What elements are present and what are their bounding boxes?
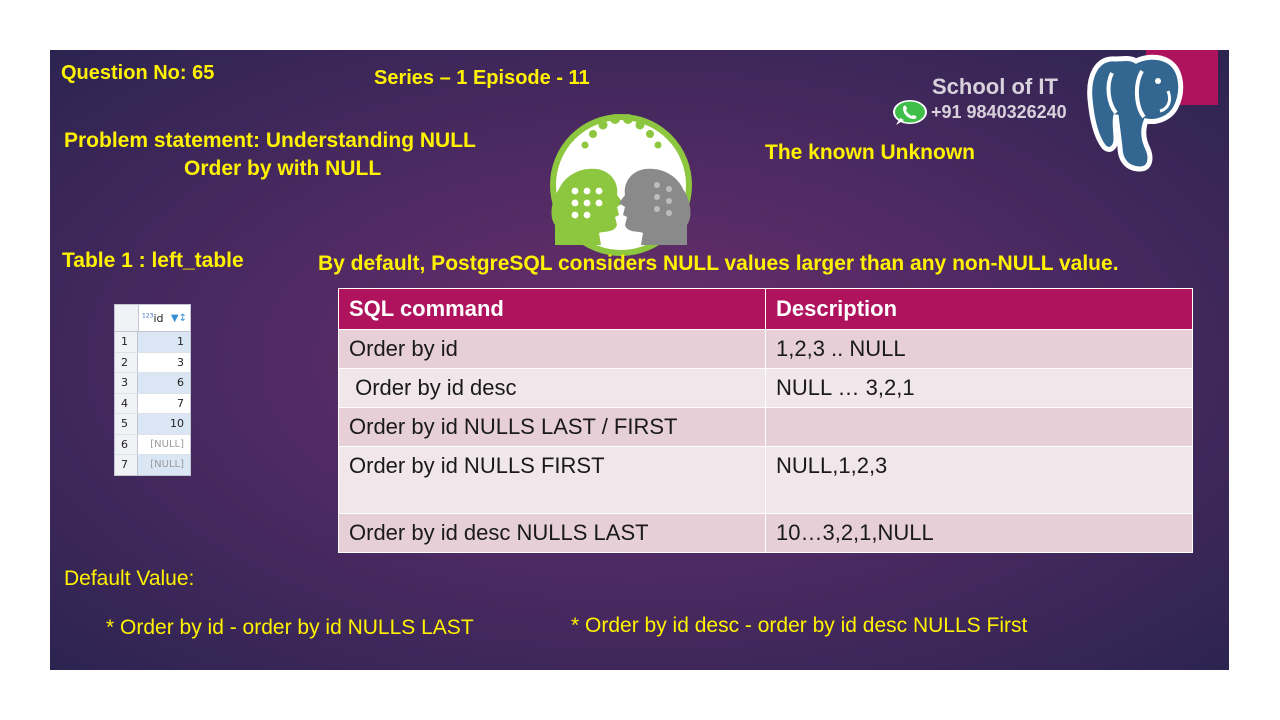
- default-value-item-2: * Order by id desc - order by id desc NU…: [571, 614, 1028, 637]
- sql-command-cell: Order by id NULLS LAST / FIRST: [338, 407, 766, 447]
- description-cell: 1,2,3 .. NULL: [765, 329, 1193, 369]
- description-cell: 10…3,2,1,NULL: [765, 513, 1193, 553]
- description-cell: NULL … 3,2,1: [765, 368, 1193, 408]
- table-row[interactable]: 23: [115, 352, 190, 373]
- default-value-item-1: * Order by id - order by id NULLS LAST: [106, 616, 474, 639]
- column-header-description: Description: [765, 288, 1193, 330]
- table-row: Order by id NULLS LAST / FIRST: [338, 407, 1193, 447]
- table-row: Order by id desc NULL … 3,2,1: [338, 368, 1193, 408]
- problem-statement-line2: Order by with NULL: [184, 157, 382, 180]
- sql-table-header: SQL command Description: [338, 288, 1193, 330]
- school-name: School of IT: [932, 74, 1058, 99]
- table-row[interactable]: 6 [NULL]: [115, 434, 190, 455]
- table-row: Order by id NULLS FIRST NULL,1,2,3: [338, 446, 1193, 514]
- whatsapp-icon: [893, 100, 927, 125]
- column-header-sql-command: SQL command: [338, 288, 766, 330]
- question-number: Question No: 65: [61, 62, 215, 84]
- sql-command-cell: Order by id NULLS FIRST: [338, 446, 766, 514]
- sort-filter-icon[interactable]: ▼↕: [171, 313, 187, 324]
- table-row[interactable]: 11: [115, 332, 190, 353]
- problem-statement-line1: Problem statement: Understanding NULL: [64, 129, 476, 152]
- school-logo-heads: [550, 114, 692, 256]
- default-ordering-statement: By default, PostgreSQL considers NULL va…: [318, 252, 1119, 275]
- table-row[interactable]: 5 10: [115, 414, 190, 435]
- table-row[interactable]: 47: [115, 393, 190, 414]
- left-table-title: Table 1 : left_table: [62, 249, 244, 272]
- sql-command-table: SQL command Description Order by id 1,2,…: [338, 288, 1193, 553]
- tagline: The known Unknown: [765, 141, 975, 164]
- table-row[interactable]: 36: [115, 373, 190, 394]
- description-cell: [765, 407, 1193, 447]
- phone-number: +91 9840326240: [931, 102, 1067, 122]
- column-header-id[interactable]: id: [153, 312, 163, 325]
- description-cell: NULL,1,2,3: [765, 446, 1193, 514]
- left-table-header: 123id ▼↕: [115, 305, 190, 332]
- postgresql-elephant-logo: [1087, 54, 1184, 172]
- sql-command-cell: Order by id desc NULLS LAST: [338, 513, 766, 553]
- column-type-badge: 123: [142, 311, 154, 319]
- sql-command-cell: Order by id: [338, 329, 766, 369]
- left-table-grid: 123id ▼↕ 11 23 36 47 5 10 6 [NULL] 7 [NULL]: [114, 304, 191, 476]
- table-row: Order by id 1,2,3 .. NULL: [338, 329, 1193, 369]
- default-value-title: Default Value:: [64, 567, 195, 590]
- table-row: Order by id desc NULLS LAST 10…3,2,1,NUL…: [338, 513, 1193, 553]
- sql-command-cell: Order by id desc: [338, 368, 766, 408]
- table-row[interactable]: 7 [NULL]: [115, 455, 190, 475]
- series-episode: Series – 1 Episode - 11: [374, 67, 590, 89]
